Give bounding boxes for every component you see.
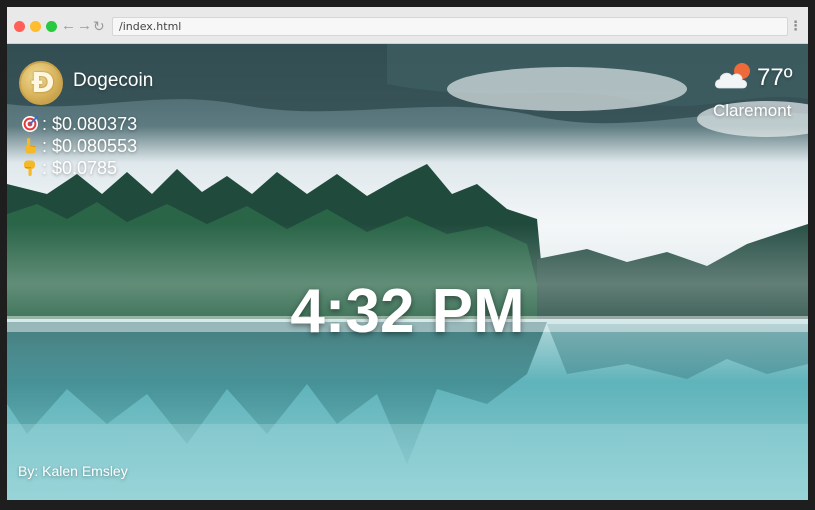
forward-arrow-icon[interactable]: → [77,16,92,36]
photo-credit: By: Kalen Emsley [18,463,128,479]
minimize-window-button[interactable] [30,21,41,32]
page-viewport: Ð Dogecoin : $0.080373 : $0.080553: $0.… [7,44,808,500]
close-window-button[interactable] [14,21,25,32]
browser-toolbar: ← → ↻ /index.html ⋮ [7,7,808,44]
high-price: : $0.080553 [42,136,138,156]
dogecoin-logo-icon: Ð [19,61,63,105]
hand-pointing-up-icon [25,138,36,154]
target-emoji-icon [22,116,38,132]
reload-icon[interactable]: ↻ [93,16,105,36]
maximize-window-button[interactable] [46,21,57,32]
back-arrow-icon[interactable]: ← [61,16,76,36]
high-price-row: : $0.080553 [21,135,137,157]
address-bar[interactable]: /index.html [112,17,788,36]
browser-window: ← → ↻ /index.html ⋮ Ð Dogecoin: $0.0803… [7,7,808,500]
current-price-row: : $0.080373 [21,113,137,135]
browser-menu-icon[interactable]: ⋮ [789,17,802,35]
crypto-name: Dogecoin [73,70,154,91]
partly-cloudy-icon [714,63,750,89]
current-price: : $0.080373 [42,114,138,134]
hand-pointing-down-icon [24,160,35,176]
dogecoin-logo-letter: Ð [31,66,55,99]
weather-city: Claremont [713,101,792,120]
address-bar-url: /index.html [119,20,182,33]
low-price: : $0.0785 [42,158,118,178]
clock-time: 4:32 PM [290,277,525,346]
low-price-row: : $0.0785 [21,157,117,179]
temperature: 77º [757,64,793,91]
